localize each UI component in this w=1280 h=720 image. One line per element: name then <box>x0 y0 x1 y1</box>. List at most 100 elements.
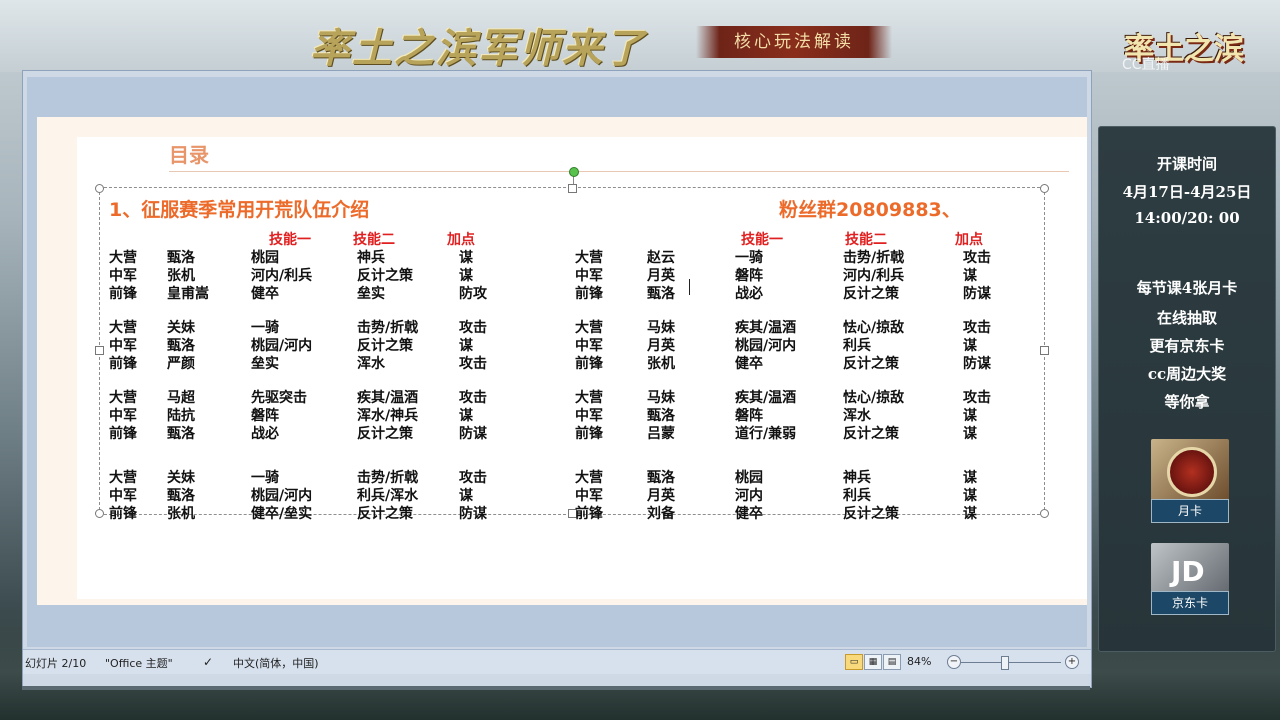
left-team-2-row-2-col-4: 反计之策 <box>357 338 413 354</box>
left-team-3-row-2-col-2: 陆抗 <box>167 408 195 424</box>
right-team-3-row-2-col-3: 磐阵 <box>735 408 763 424</box>
left-team-2-row-1-col-3: 一骑 <box>251 320 279 336</box>
normal-view-button[interactable]: ▭ <box>845 654 863 670</box>
left-team-3-row-3-col-1: 前锋 <box>109 426 137 442</box>
rotate-handle[interactable] <box>569 167 579 177</box>
right-team-1-row-1-col-2: 赵云 <box>647 250 675 266</box>
zoom-slider-thumb[interactable] <box>1001 656 1009 670</box>
left-team-4-row-1-col-4: 击势/折戟 <box>357 470 419 486</box>
right-team-3-row-3-col-1: 前锋 <box>575 426 603 442</box>
zoom-slider-track[interactable] <box>961 662 1061 663</box>
slide-sorter-button[interactable]: ▦ <box>864 654 882 670</box>
left-team-4-row-1-col-2: 关妹 <box>167 470 195 486</box>
resize-handle-top[interactable] <box>568 184 577 193</box>
left-team-3-row-2-col-1: 中军 <box>109 408 137 424</box>
game-title: 率土之滨军师来了 <box>310 25 646 72</box>
right-team-1-row-1-col-4: 击势/折戟 <box>843 250 905 266</box>
left-team-3-row-3-col-2: 甄洛 <box>167 426 195 442</box>
slideshow-button[interactable]: ▤ <box>883 654 901 670</box>
right-team-3-row-2-col-4: 浑水 <box>843 408 871 424</box>
left-team-4-row-3-col-1: 前锋 <box>109 506 137 522</box>
resize-handle-bottom-right[interactable] <box>1040 509 1049 518</box>
text-cursor <box>689 279 690 295</box>
left-team-3-row-1-col-2: 马超 <box>167 390 195 406</box>
right-team-1-row-3-col-1: 前锋 <box>575 286 603 302</box>
language-indicator[interactable]: 中文(简体，中国) <box>233 655 319 671</box>
left-team-4-row-1-col-5: 攻击 <box>459 470 487 486</box>
right-team-4-row-2-col-3: 河内 <box>735 488 763 504</box>
left-team-4-row-2-col-4: 利兵/浑水 <box>357 488 419 504</box>
jd-logo-icon: JD <box>1171 555 1205 588</box>
resize-handle-top-right[interactable] <box>1040 184 1049 193</box>
zoom-level[interactable]: 84% <box>907 655 931 668</box>
left-team-2-row-3-col-2: 严颜 <box>167 356 195 372</box>
left-team-2-row-1-col-5: 攻击 <box>459 320 487 336</box>
left-team-3-row-2-col-4: 浑水/神兵 <box>357 408 419 424</box>
resize-handle-right[interactable] <box>1040 346 1049 355</box>
left-team-3-row-1-col-4: 疾其/温酒 <box>357 390 419 406</box>
zoom-in-button[interactable]: + <box>1065 655 1079 669</box>
right-team-3-row-1-col-2: 马妹 <box>647 390 675 406</box>
monthly-card-label: 月卡 <box>1151 499 1229 523</box>
resize-handle-top-left[interactable] <box>95 184 104 193</box>
zoom-out-button[interactable]: − <box>947 655 961 669</box>
promo-line-jd-card: 更有京东卡 <box>1149 337 1225 355</box>
left-team-1-row-1-col-2: 甄洛 <box>167 250 195 266</box>
right-team-3-row-1-col-1: 大营 <box>575 390 603 406</box>
left-team-4-row-2-col-5: 谋 <box>459 488 473 504</box>
spell-check-icon[interactable]: ✓ <box>203 655 213 669</box>
skill-one-header-left: 技能一 <box>269 232 311 248</box>
left-team-2-row-1-col-4: 击势/折戟 <box>357 320 419 336</box>
title-divider <box>169 171 1069 172</box>
theme-name[interactable]: "Office 主题" <box>105 655 173 671</box>
right-team-1-row-3-col-4: 反计之策 <box>843 286 899 302</box>
right-team-2-row-3-col-5: 防谋 <box>963 356 991 372</box>
promo-line-course-time: 开课时间 <box>1156 155 1217 173</box>
left-team-2-row-3-col-4: 浑水 <box>357 356 385 372</box>
points-header-right: 加点 <box>955 232 983 248</box>
left-team-4-row-3-col-5: 防谋 <box>459 506 487 522</box>
right-team-1-row-1-col-5: 攻击 <box>963 250 991 266</box>
skill-two-header-right: 技能二 <box>845 232 887 248</box>
slide-canvas: 目录 1、征服赛季常用开荒队伍介绍 粉丝群20809883、 技能一 技能二 加… <box>27 77 1087 647</box>
jd-card-label: 京东卡 <box>1151 591 1229 615</box>
left-team-1-row-2-col-2: 张机 <box>167 268 195 284</box>
right-team-2-row-1-col-1: 大营 <box>575 320 603 336</box>
left-team-3-row-3-col-5: 防谋 <box>459 426 487 442</box>
left-team-1-row-2-col-1: 中军 <box>109 268 137 284</box>
promo-line-come-get: 等你拿 <box>1164 393 1210 411</box>
right-team-4-row-3-col-4: 反计之策 <box>843 506 899 522</box>
right-team-4-row-3-col-2: 刘备 <box>647 506 675 522</box>
right-team-2-row-3-col-1: 前锋 <box>575 356 603 372</box>
left-team-4-row-2-col-1: 中军 <box>109 488 137 504</box>
right-team-2-row-2-col-3: 桃园/河内 <box>735 338 797 354</box>
left-team-1-row-3-col-2: 皇甫嵩 <box>167 286 209 302</box>
status-bar: 幻灯片 2/10 "Office 主题" ✓ 中文(简体，中国) ▭ ▦ ▤ 8… <box>23 649 1091 674</box>
right-team-4-row-1-col-2: 甄洛 <box>647 470 675 486</box>
resize-handle-left[interactable] <box>95 346 104 355</box>
window-bottom-edge <box>22 686 1090 690</box>
skill-two-header-left: 技能二 <box>353 232 395 248</box>
right-team-4-row-1-col-3: 桃园 <box>735 470 763 486</box>
resize-handle-bottom-left[interactable] <box>95 509 104 518</box>
right-team-2-row-1-col-5: 攻击 <box>963 320 991 336</box>
slide-heading: 1、征服赛季常用开荒队伍介绍 <box>109 199 370 221</box>
subtitle-banner: 核心玩法解读 <box>696 26 892 58</box>
right-team-2-row-3-col-3: 健卒 <box>735 356 763 372</box>
right-team-3-row-2-col-2: 甄洛 <box>647 408 675 424</box>
right-team-2-row-3-col-4: 反计之策 <box>843 356 899 372</box>
left-team-1-row-1-col-4: 神兵 <box>357 250 385 266</box>
left-team-4-row-3-col-4: 反计之策 <box>357 506 413 522</box>
left-team-3-row-3-col-3: 战必 <box>251 426 279 442</box>
right-team-3-row-2-col-5: 谋 <box>963 408 977 424</box>
left-team-1-row-1-col-5: 谋 <box>459 250 473 266</box>
promo-line-cc-prizes: cc周边大奖 <box>1147 365 1227 383</box>
right-team-4-row-3-col-1: 前锋 <box>575 506 603 522</box>
text-box-selection[interactable] <box>99 187 1045 515</box>
monthly-card-image <box>1151 439 1229 505</box>
card-emblem-icon <box>1167 447 1217 497</box>
promo-line-hours: 14:00/20: 00 <box>1134 209 1240 227</box>
presentation-window: 目录 1、征服赛季常用开荒队伍介绍 粉丝群20809883、 技能一 技能二 加… <box>22 70 1092 688</box>
left-team-2-row-1-col-1: 大营 <box>109 320 137 336</box>
right-team-4-row-1-col-5: 谋 <box>963 470 977 486</box>
